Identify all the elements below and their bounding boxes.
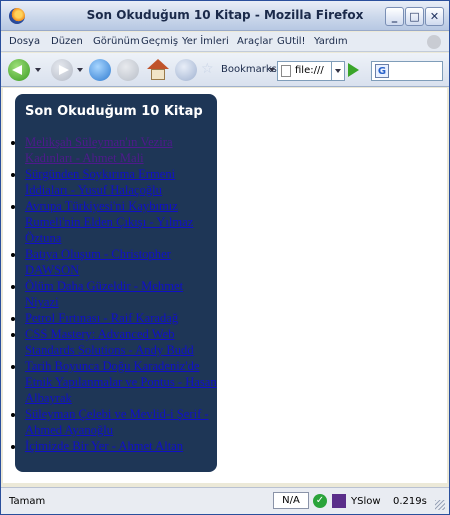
list-item: Batıya Oluşum - Christopher DAWSON [25,246,217,278]
book-link[interactable]: CSS Mastery: Advanced Web Standards Solu… [25,327,194,357]
book-link[interactable]: Melikşah Süleyman'ın Vezira Kadınları - … [25,135,173,165]
forward-history-dropdown[interactable] [77,68,83,72]
list-item: Melikşah Süleyman'ın Vezira Kadınları - … [25,134,217,166]
menu-duzen[interactable]: Düzen [51,36,83,47]
chevron-down-icon [335,69,341,73]
list-item: İçimizde Bir Yer - Ahmet Altan [25,438,217,454]
resize-grip-icon[interactable] [435,500,445,510]
menu-gutil[interactable]: GUtil! [277,36,306,47]
throbber-icon [427,35,441,49]
book-link[interactable]: Batıya Oluşum - Christopher DAWSON [25,247,171,277]
firefox-window: Son Okuduğum 10 Kitap - Mozilla Firefox … [0,0,450,515]
star-icon[interactable]: ☆ [201,61,214,77]
list-item: Avrupa Türkiyesi'ni Kaybımız Rumeli'nin … [25,198,217,246]
yslow-label[interactable]: YSlow [351,496,381,507]
close-button[interactable]: ✕ [425,7,444,26]
maximize-button[interactable]: □ [405,7,424,26]
back-button[interactable] [8,59,30,81]
book-link[interactable]: İçimizde Bir Yer - Ahmet Altan [25,439,183,453]
back-history-dropdown[interactable] [35,68,41,72]
menu-gorunum[interactable]: Görünüm [93,36,140,47]
search-input[interactable] [398,63,434,79]
book-link[interactable]: Ölüm Daha Güzeldir - Mehmet Niyazi [25,279,183,309]
menu-dosya[interactable]: Dosya [9,36,40,47]
go-button[interactable] [348,63,359,77]
book-link[interactable]: Süleyman Çelebi ve Mevlid-i Şerif - Ahme… [25,407,209,437]
menu-araclar[interactable]: Araçlar [237,36,273,47]
yslow-icon[interactable] [332,494,346,508]
url-text[interactable]: file:/// [295,65,324,76]
list-item: Süleyman Çelebi ve Mevlid-i Şerif - Ahme… [25,406,217,438]
home-button[interactable] [147,59,169,81]
book-link[interactable]: Petrol Fırtınası - Raif Karadağ [25,311,178,325]
book-link[interactable]: Avrupa Türkiyesi'ni Kaybımız Rumeli'nin … [25,199,193,245]
load-time: 0.219s [393,496,427,507]
menu-yer-imleri[interactable]: Yer İmleri [182,36,229,47]
status-na-field: N/A [273,492,309,509]
list-item: Ölüm Daha Güzeldir - Mehmet Niyazi [25,278,217,310]
bookmarks-dropdown[interactable] [269,68,275,72]
list-item: Petrol Fırtınası - Raif Karadağ [25,310,217,326]
menu-gecmis[interactable]: Geçmiş [141,36,178,47]
list-item: Tarih Boyunca Doğu Karadeniz'de Etnik Ya… [25,358,217,406]
reload-button[interactable] [89,59,111,81]
panel-title: Son Okuduğum 10 Kitap [25,104,203,119]
url-dropdown[interactable] [331,61,345,81]
book-panel: Son Okuduğum 10 Kitap Melikşah Süleyman'… [15,94,217,472]
content-scroll-edge [433,88,447,483]
search-box[interactable]: G [371,61,443,81]
title-bar: Son Okuduğum 10 Kitap - Mozilla Firefox … [1,1,449,31]
stop-button[interactable] [117,59,139,81]
page-content: Son Okuduğum 10 Kitap Melikşah Süleyman'… [3,88,447,483]
search-engine-icon[interactable]: G [375,64,389,78]
menu-yardim[interactable]: Yardım [314,36,348,47]
menu-bar: Dosya Düzen Görünüm Geçmiş Yer İmleri Ar… [1,32,449,52]
navigation-toolbar: ☆ Bookmarks file:/// G [1,53,449,87]
status-text: Tamam [9,496,46,507]
book-link[interactable]: Tarih Boyunca Doğu Karadeniz'de Etnik Ya… [25,359,217,405]
page-icon [281,65,291,77]
window-title: Son Okuduğum 10 Kitap - Mozilla Firefox [86,8,364,22]
google-icon[interactable] [175,59,197,81]
book-link[interactable]: Sürgünden Soykırıma Ermeni İddiaları - Y… [25,167,175,197]
minimize-button[interactable]: _ [385,7,404,26]
check-icon[interactable]: ✓ [313,494,327,508]
forward-button[interactable] [51,59,73,81]
book-list: Melikşah Süleyman'ın Vezira Kadınları - … [15,134,217,454]
home-icon [147,59,169,69]
list-item: Sürgünden Soykırıma Ermeni İddiaları - Y… [25,166,217,198]
status-bar: Tamam N/A ✓ YSlow 0.219s [1,487,449,514]
list-item: CSS Mastery: Advanced Web Standards Solu… [25,326,217,358]
